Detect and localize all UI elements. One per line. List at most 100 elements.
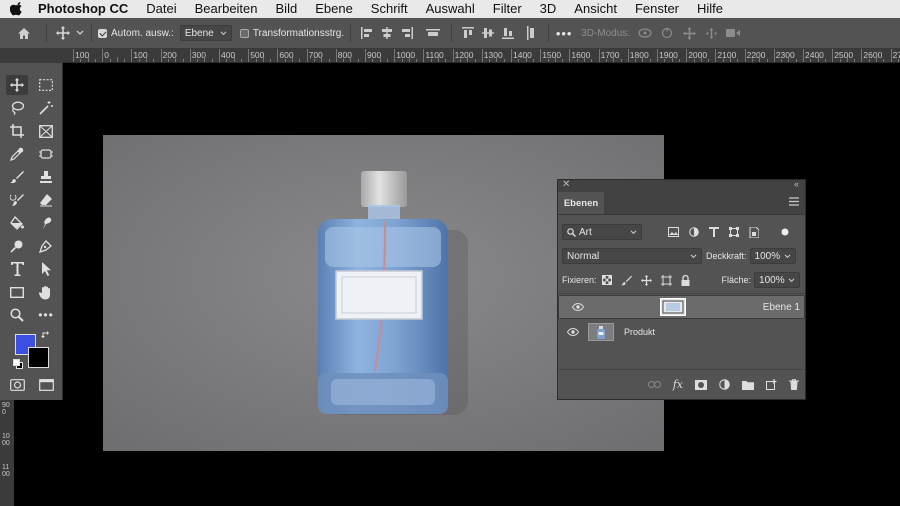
crop-tool[interactable]	[6, 121, 28, 141]
eye-icon[interactable]	[572, 303, 584, 311]
path-selection-tool[interactable]	[35, 259, 57, 279]
ruler-tick-label: 1600	[571, 50, 591, 60]
menu-hilfe[interactable]: Hilfe	[697, 0, 723, 18]
frame-tool[interactable]	[35, 121, 57, 141]
fill-field[interactable]: 100%	[754, 272, 801, 288]
lasso-tool[interactable]	[6, 98, 28, 118]
3d-slide-icon[interactable]	[700, 27, 722, 40]
lock-transparency-icon[interactable]	[601, 275, 612, 285]
dodge-tool[interactable]	[6, 236, 28, 256]
smart-object-filter-icon[interactable]	[749, 226, 759, 238]
layer-row[interactable]: Produkt	[558, 320, 805, 344]
eraser-tool[interactable]	[35, 190, 57, 210]
eye-icon[interactable]	[567, 328, 579, 336]
shape-filter-icon[interactable]	[729, 227, 739, 237]
edit-toolbar-icon[interactable]: •••	[35, 305, 57, 325]
chevron-down-icon[interactable]	[75, 30, 85, 36]
menu-3d[interactable]: 3D	[540, 0, 557, 18]
magnifier-icon	[10, 308, 24, 322]
add-mask-icon[interactable]	[695, 379, 707, 390]
align-bottom-icon[interactable]	[498, 27, 518, 39]
distribute-h-icon[interactable]	[421, 27, 445, 39]
menu-schrift[interactable]: Schrift	[371, 0, 408, 18]
rectangle-tool[interactable]	[6, 282, 28, 302]
folder-icon[interactable]	[742, 380, 754, 390]
link-layers-icon[interactable]	[647, 381, 661, 388]
brush-tool[interactable]	[6, 167, 28, 187]
clone-stamp-tool[interactable]	[35, 167, 57, 187]
move-tool[interactable]	[6, 75, 28, 95]
apple-icon[interactable]	[10, 2, 24, 16]
auto-select-dropdown[interactable]: Ebene	[179, 25, 232, 41]
3d-pan-icon[interactable]	[678, 26, 700, 40]
align-top-icon[interactable]	[458, 27, 478, 39]
tab-ebenen[interactable]: Ebenen	[558, 192, 604, 214]
new-layer-icon[interactable]	[766, 379, 777, 390]
default-colors-icon[interactable]	[13, 359, 23, 369]
hand-tool[interactable]	[35, 282, 57, 302]
distribute-v-icon[interactable]	[520, 26, 542, 40]
ruler-tick	[540, 49, 542, 62]
dodge-icon	[10, 240, 23, 253]
trash-icon[interactable]	[789, 379, 799, 390]
panel-menu-icon[interactable]	[789, 197, 799, 208]
smudge-tool[interactable]	[35, 213, 57, 233]
lock-pixels-icon[interactable]	[620, 275, 632, 286]
ruler-minor-tick	[459, 59, 461, 62]
lock-artboard-icon[interactable]	[660, 274, 672, 286]
screen-mode-button[interactable]	[35, 375, 57, 395]
menu-auswahl[interactable]: Auswahl	[426, 0, 475, 18]
adjustment-layer-icon[interactable]	[719, 379, 730, 390]
ruler-minor-tick	[868, 59, 870, 62]
filter-toggle-icon[interactable]	[781, 228, 789, 236]
adjustment-filter-icon[interactable]	[689, 227, 699, 237]
menu-fenster[interactable]: Fenster	[635, 0, 679, 18]
paint-bucket-tool[interactable]	[6, 213, 28, 233]
lock-all-icon[interactable]	[681, 274, 690, 286]
filter-kind-dropdown[interactable]: Art	[562, 224, 642, 240]
layer-row[interactable]: Ebene 1	[558, 295, 805, 319]
lock-position-icon[interactable]	[640, 274, 652, 286]
move-tool-icon[interactable]	[55, 26, 71, 40]
magic-wand-tool[interactable]	[35, 98, 57, 118]
menu-bild[interactable]: Bild	[276, 0, 298, 18]
align-middle-v-icon[interactable]	[478, 27, 498, 39]
ruler-tick-label: 1500	[542, 50, 562, 60]
ruler-minor-tick	[620, 59, 622, 62]
history-brush-tool[interactable]	[6, 190, 28, 210]
3d-camera-icon[interactable]	[722, 28, 744, 38]
zoom-tool[interactable]	[6, 305, 28, 325]
eyedropper-tool[interactable]	[6, 144, 28, 164]
menu-bearbeiten[interactable]: Bearbeiten	[195, 0, 258, 18]
menu-datei[interactable]: Datei	[146, 0, 176, 18]
align-center-h-icon[interactable]	[377, 27, 397, 39]
menu-filter[interactable]: Filter	[493, 0, 522, 18]
blend-mode-dropdown[interactable]: Normal	[562, 248, 702, 264]
transform-controls-checkbox[interactable]	[239, 28, 249, 38]
opacity-field[interactable]: 100%	[749, 248, 796, 264]
align-left-icon[interactable]	[357, 27, 377, 39]
quick-mask-button[interactable]	[6, 375, 28, 395]
align-right-icon[interactable]	[397, 27, 417, 39]
menu-ansicht[interactable]: Ansicht	[574, 0, 617, 18]
marquee-tool[interactable]	[35, 75, 57, 95]
type-tool[interactable]	[6, 259, 28, 279]
auto-select-checkbox[interactable]	[98, 28, 107, 38]
fx-icon[interactable]: fx	[673, 378, 683, 391]
ruler-minor-tick	[167, 59, 169, 62]
menu-app[interactable]: Photoshop CC	[38, 0, 128, 18]
more-options-icon[interactable]: •••	[555, 26, 573, 41]
3d-orbit-icon[interactable]	[634, 27, 656, 39]
3d-roll-icon[interactable]	[656, 27, 678, 39]
background-color-swatch[interactable]	[28, 347, 49, 368]
menu-ebene[interactable]: Ebene	[315, 0, 353, 18]
type-filter-icon[interactable]	[709, 227, 719, 237]
collapse-icon[interactable]: «	[794, 179, 799, 189]
spot-healing-tool[interactable]	[35, 144, 57, 164]
ruler-minor-tick	[182, 59, 184, 62]
swap-colors-icon[interactable]	[41, 330, 51, 340]
home-icon[interactable]	[16, 27, 32, 40]
image-filter-icon[interactable]	[668, 227, 679, 237]
close-icon[interactable]: ✕	[562, 179, 570, 190]
pen-tool[interactable]	[35, 236, 57, 256]
